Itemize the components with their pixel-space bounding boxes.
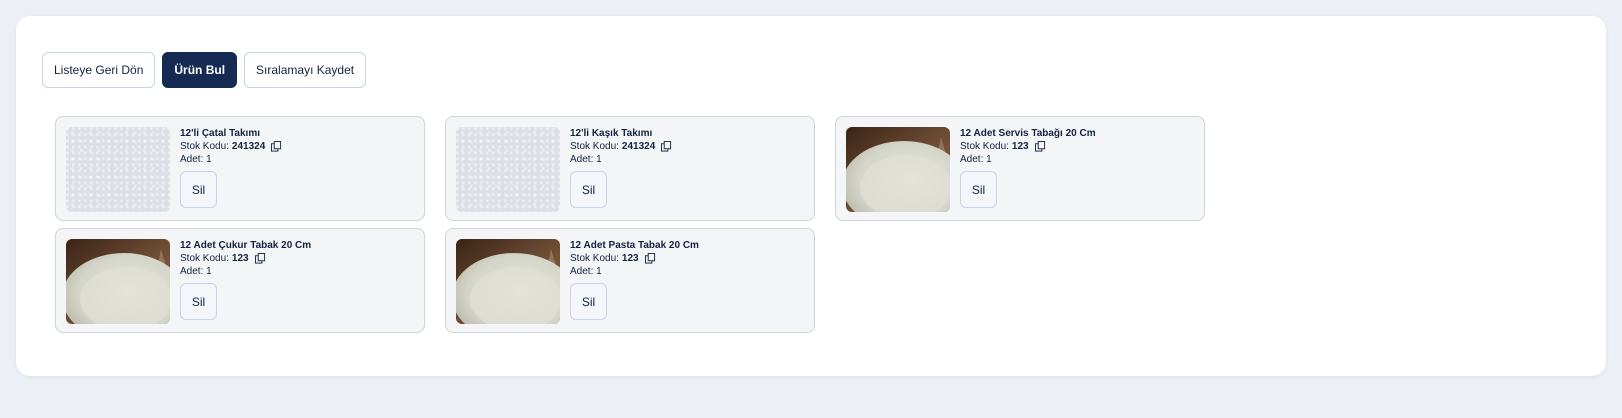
save-order-button[interactable]: Sıralamayı Kaydet — [244, 52, 367, 88]
stock-code-label: Stok Kodu: — [960, 141, 1009, 152]
product-image — [456, 239, 560, 324]
back-to-list-button[interactable]: Listeye Geri Dön — [42, 52, 156, 88]
copy-icon[interactable] — [271, 141, 282, 152]
main-card: Listeye Geri Dön Ürün Bul Sıralamayı Kay… — [16, 16, 1606, 376]
quantity-label: Adet: 1 — [570, 266, 602, 277]
delete-button[interactable]: Sil — [180, 171, 217, 208]
product-name: 12'li Kaşık Takımı — [570, 128, 653, 139]
delete-button[interactable]: Sil — [180, 283, 217, 320]
stock-code-row: Stok Kodu: 241324 — [570, 140, 672, 153]
stock-code-row: Stok Kodu: 123 — [180, 252, 311, 265]
toolbar: Listeye Geri Dön Ürün Bul Sıralamayı Kay… — [42, 52, 367, 88]
quantity-label: Adet: 1 — [180, 154, 212, 165]
delete-button[interactable]: Sil — [960, 171, 997, 208]
stock-code-row: Stok Kodu: 123 — [570, 252, 699, 265]
product-card[interactable]: 12 Adet Pasta Tabak 20 Cm Stok Kodu: 123… — [445, 228, 815, 333]
quantity-label: Adet: 1 — [960, 154, 992, 165]
product-image — [66, 239, 170, 324]
product-name: 12 Adet Pasta Tabak 20 Cm — [570, 240, 699, 251]
stock-code-label: Stok Kodu: — [180, 141, 229, 152]
product-grid: 12'li Çatal Takımı Stok Kodu: 241324 Ade… — [55, 116, 1205, 333]
stock-code-label: Stok Kodu: — [570, 253, 619, 264]
product-name: 12'li Çatal Takımı — [180, 128, 261, 139]
stock-code-value: 123 — [231, 253, 249, 264]
stock-code-value: 123 — [1011, 141, 1029, 152]
product-card[interactable]: 12'li Kaşık Takımı Stok Kodu: 241324 Ade… — [445, 116, 815, 221]
product-image — [66, 127, 170, 212]
copy-icon[interactable] — [1034, 141, 1046, 152]
stock-code-row: Stok Kodu: 123 — [960, 140, 1096, 153]
copy-icon[interactable] — [254, 253, 266, 264]
product-name: 12 Adet Çukur Tabak 20 Cm — [180, 240, 312, 251]
copy-icon[interactable] — [644, 253, 656, 264]
stock-code-row: Stok Kodu: 241324 — [180, 140, 282, 153]
product-image — [846, 127, 950, 212]
delete-button[interactable]: Sil — [570, 283, 607, 320]
quantity-label: Adet: 1 — [570, 154, 602, 165]
product-card[interactable]: 12'li Çatal Takımı Stok Kodu: 241324 Ade… — [55, 116, 425, 221]
stock-code-value: 123 — [621, 253, 639, 264]
find-product-button[interactable]: Ürün Bul — [162, 52, 238, 88]
stock-code-label: Stok Kodu: — [570, 141, 619, 152]
stock-code-label: Stok Kodu: — [180, 253, 229, 264]
product-card[interactable]: 12 Adet Servis Tabağı 20 Cm Stok Kodu: 1… — [835, 116, 1205, 221]
stock-code-value: 241324 — [621, 141, 656, 152]
quantity-label: Adet: 1 — [180, 266, 212, 277]
product-image — [456, 127, 560, 212]
product-name: 12 Adet Servis Tabağı 20 Cm — [960, 128, 1096, 139]
delete-button[interactable]: Sil — [570, 171, 607, 208]
product-card[interactable]: 12 Adet Çukur Tabak 20 Cm Stok Kodu: 123… — [55, 228, 425, 333]
stock-code-value: 241324 — [231, 141, 266, 152]
copy-icon[interactable] — [661, 141, 672, 152]
